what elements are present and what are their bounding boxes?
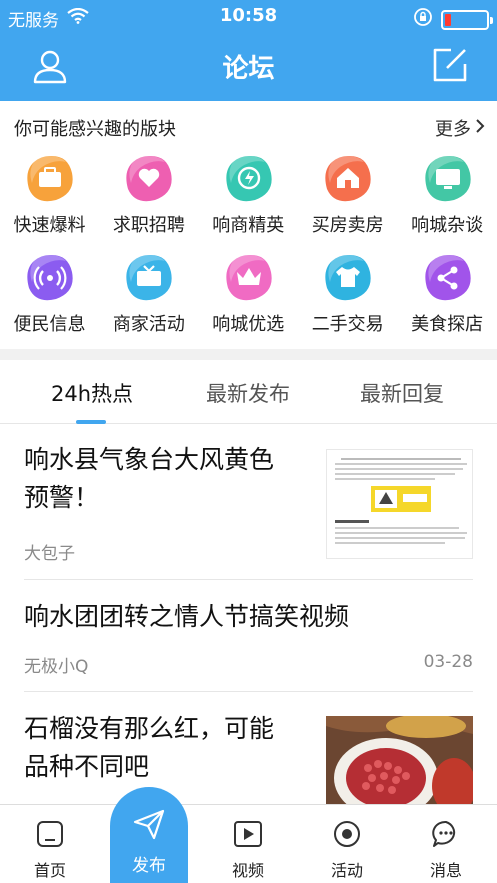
tab-latest-post[interactable]: 最新发布 bbox=[168, 378, 328, 408]
post-item[interactable]: 响水团团转之情人节搞笑视频 无极小Q 03-28 bbox=[0, 580, 497, 692]
category-item[interactable]: 商家活动 bbox=[99, 244, 198, 344]
publish-button[interactable]: 发布 bbox=[110, 787, 188, 883]
bottom-nav-home[interactable]: 首页 bbox=[10, 805, 90, 883]
bottom-nav-label: 消息 bbox=[429, 861, 462, 880]
category-label: 便民信息 bbox=[13, 314, 86, 335]
category-item[interactable]: 响城杂谈 bbox=[398, 145, 497, 245]
post-thumbnail-weather-warning bbox=[326, 449, 473, 559]
crown-icon bbox=[223, 252, 275, 302]
bottom-nav-activity[interactable]: 活动 bbox=[307, 805, 387, 883]
compose-icon[interactable] bbox=[431, 46, 469, 84]
post-author: 大包子 bbox=[24, 544, 75, 564]
shirt-icon bbox=[322, 252, 374, 302]
publish-label: 发布 bbox=[132, 856, 166, 876]
category-label: 二手交易 bbox=[311, 314, 384, 335]
house-icon bbox=[322, 153, 374, 203]
bottom-nav-label: 视频 bbox=[231, 861, 264, 880]
status-bar: 无服务 10:58 bbox=[0, 0, 497, 34]
category-label: 美食探店 bbox=[411, 314, 484, 335]
feed-tabs: 24h热点 最新发布 最新回复 bbox=[0, 360, 497, 424]
active-tab-indicator bbox=[76, 420, 106, 424]
battery-icon bbox=[441, 9, 493, 30]
more-label: 更多 bbox=[435, 119, 471, 140]
category-item[interactable]: 美食探店 bbox=[398, 244, 497, 344]
category-label: 响城优选 bbox=[212, 314, 285, 335]
post-author: 无极小Q bbox=[24, 657, 89, 677]
post-thumbnail-pomegranate bbox=[326, 716, 473, 804]
video-icon bbox=[233, 819, 263, 849]
heart-hand-icon bbox=[123, 153, 175, 203]
nav-bar: 论坛 bbox=[0, 34, 497, 101]
post-item[interactable]: 石榴没有那么红，可能 品种不同吧 bbox=[0, 692, 497, 804]
post-title-line: 品种不同吧 bbox=[24, 752, 150, 781]
category-grid: 快速爆料 求职招聘 响商精英 买房卖房 响城杂谈便民信息 商家活动 响城优选 二手交易 美食探店 bbox=[0, 145, 497, 345]
category-item[interactable]: 快速爆料 bbox=[0, 145, 99, 245]
home-icon bbox=[35, 819, 65, 849]
tab-latest-reply[interactable]: 最新回复 bbox=[322, 378, 482, 408]
section-divider bbox=[0, 349, 497, 360]
post-title-line: 石榴没有那么红，可能 bbox=[24, 714, 275, 743]
chevron-right-icon bbox=[475, 118, 485, 139]
category-label: 快速爆料 bbox=[13, 215, 86, 236]
post-title: 响水县气象台大风黄色 预警！ bbox=[24, 441, 274, 517]
more-link[interactable]: 更多 bbox=[435, 115, 485, 141]
bottom-nav-label: 首页 bbox=[33, 861, 66, 880]
page-title: 论坛 bbox=[222, 54, 275, 84]
category-label: 买房卖房 bbox=[311, 215, 384, 236]
bottom-nav-messages[interactable]: 消息 bbox=[406, 805, 486, 883]
post-item[interactable]: 响水县气象台大风黄色 预警！ 大包子 bbox=[0, 425, 497, 580]
interest-section-header: 你可能感兴趣的版块 更多 bbox=[0, 101, 497, 145]
post-title: 石榴没有那么红，可能 品种不同吧 bbox=[24, 710, 274, 786]
paper-plane-icon bbox=[132, 807, 166, 841]
message-icon bbox=[431, 819, 461, 849]
section-title: 你可能感兴趣的版块 bbox=[14, 119, 176, 140]
category-item[interactable]: 二手交易 bbox=[298, 244, 397, 344]
category-item[interactable]: 求职招聘 bbox=[99, 145, 198, 245]
post-title: 响水团团转之情人节搞笑视频 bbox=[24, 602, 350, 631]
status-right bbox=[413, 7, 493, 32]
category-item[interactable]: 响商精英 bbox=[199, 145, 298, 245]
bottom-nav: 首页 视频 活动 消息 bbox=[0, 804, 497, 883]
monitor-icon bbox=[422, 153, 474, 203]
category-label: 响商精英 bbox=[212, 215, 285, 236]
share-icon bbox=[422, 252, 474, 302]
category-item[interactable]: 便民信息 bbox=[0, 244, 99, 344]
post-title-line: 响水县气象台大风黄色 bbox=[24, 445, 275, 474]
bottom-nav-video[interactable]: 视频 bbox=[208, 805, 288, 883]
rotation-lock-icon bbox=[413, 7, 433, 32]
category-item[interactable]: 买房卖房 bbox=[298, 145, 397, 245]
lightning-icon bbox=[223, 153, 275, 203]
post-date: 03-28 bbox=[423, 652, 473, 672]
category-label: 求职招聘 bbox=[112, 215, 185, 236]
tab-hot[interactable]: 24h热点 bbox=[12, 378, 172, 408]
activity-icon bbox=[332, 819, 362, 849]
bottom-nav-label: 活动 bbox=[330, 861, 363, 880]
category-label: 响城杂谈 bbox=[411, 215, 484, 236]
broadcast-icon bbox=[24, 252, 76, 302]
post-title-line: 预警！ bbox=[24, 483, 100, 512]
tv-icon bbox=[123, 252, 175, 302]
category-item[interactable]: 响城优选 bbox=[199, 244, 298, 344]
briefcase-icon bbox=[24, 153, 76, 203]
category-label: 商家活动 bbox=[112, 314, 185, 335]
app-header: 无服务 10:58 论坛 bbox=[0, 0, 497, 101]
